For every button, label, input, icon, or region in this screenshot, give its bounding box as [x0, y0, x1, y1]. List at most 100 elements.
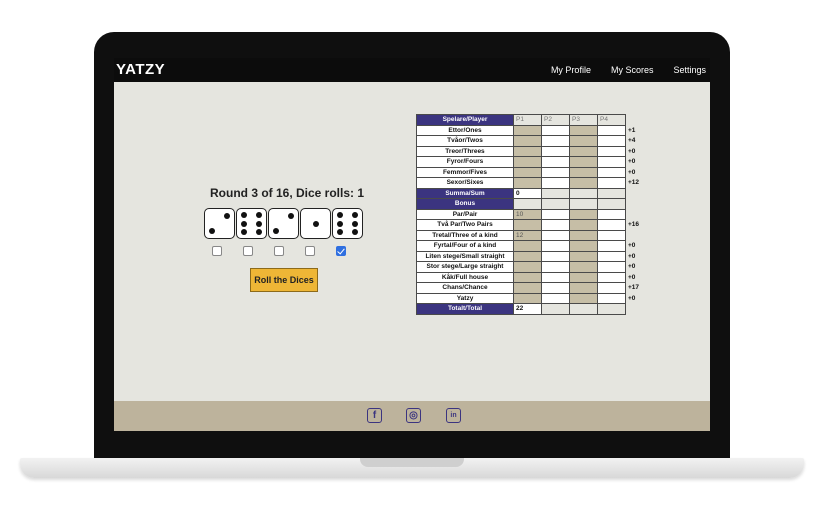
score-cell-p1[interactable]	[513, 240, 542, 252]
linkedin-icon[interactable]: in	[446, 408, 461, 423]
score-cell-p1[interactable]	[513, 124, 542, 136]
die-4[interactable]	[300, 208, 331, 239]
score-cell-p2[interactable]	[541, 145, 570, 157]
score-category-label: Stor stege/Large straight	[416, 261, 514, 273]
score-cell-p3[interactable]	[569, 156, 598, 168]
score-row-lower: Två Par/Two Pairs +16	[416, 219, 646, 231]
score-row-upper: Treor/Threes +0	[416, 145, 646, 157]
score-cell-p1[interactable]	[513, 250, 542, 262]
die-2[interactable]	[236, 208, 267, 239]
score-cell-p3[interactable]	[569, 229, 598, 241]
score-cell-p1[interactable]	[513, 156, 542, 168]
die-5[interactable]	[332, 208, 363, 239]
die-1[interactable]	[204, 208, 235, 239]
score-cell-p1[interactable]	[513, 282, 542, 294]
score-cell-p2[interactable]	[541, 135, 570, 147]
score-cell-p1[interactable]	[513, 145, 542, 157]
score-cell-p3[interactable]	[569, 219, 598, 231]
score-category-label: Par/Pair	[416, 208, 514, 220]
score-cell-p4[interactable]	[597, 124, 626, 136]
score-cell-p4[interactable]	[597, 135, 626, 147]
score-cell-p4[interactable]	[597, 282, 626, 294]
nav-my-profile[interactable]: My Profile	[551, 65, 591, 75]
summary-cell-p3	[569, 198, 598, 210]
score-cell-p1[interactable]	[513, 166, 542, 178]
score-cell-p3[interactable]	[569, 166, 598, 178]
hold-checkbox-2[interactable]	[243, 246, 253, 256]
row-bonus: +4	[628, 137, 636, 145]
score-cell-p3[interactable]	[569, 271, 598, 283]
score-row-lower: Tretal/Three of a kind 12	[416, 229, 646, 241]
score-cell-p4[interactable]	[597, 271, 626, 283]
score-cell-p3[interactable]	[569, 292, 598, 304]
score-category-label: Fyrtal/Four of a kind	[416, 240, 514, 252]
hold-checkbox-5[interactable]	[336, 246, 346, 256]
score-category-label: Treor/Threes	[416, 145, 514, 157]
score-cell-p1[interactable]	[513, 135, 542, 147]
hold-checkbox-1[interactable]	[212, 246, 222, 256]
row-bonus	[626, 115, 646, 126]
scorecard-table: Spelare/Player P1 P2 P3 P4 Ettor/Ones +1 Tvåor/…	[416, 114, 646, 315]
score-cell-p3[interactable]	[569, 145, 598, 157]
nav-my-scores[interactable]: My Scores	[611, 65, 654, 75]
die-pip	[240, 228, 247, 235]
player-column-header: P2	[541, 114, 570, 126]
score-cell-p3[interactable]	[569, 240, 598, 252]
score-cell-p1[interactable]: 12	[513, 229, 542, 241]
score-cell-p2[interactable]	[541, 124, 570, 136]
bonus-row: Bonus	[416, 198, 646, 210]
score-cell-p1[interactable]	[513, 292, 542, 304]
nav-settings[interactable]: Settings	[673, 65, 706, 75]
score-cell-p2[interactable]	[541, 208, 570, 220]
score-cell-p2[interactable]	[541, 250, 570, 262]
score-cell-p1[interactable]	[513, 261, 542, 273]
score-category-label: Två Par/Two Pairs	[416, 219, 514, 231]
score-cell-p2[interactable]	[541, 177, 570, 189]
app-screen: YATZY My Profile My Scores Settings Roun…	[114, 58, 710, 431]
score-cell-p2[interactable]	[541, 240, 570, 252]
hold-checkbox-4[interactable]	[305, 246, 315, 256]
score-cell-p2[interactable]	[541, 156, 570, 168]
score-cell-p2[interactable]	[541, 282, 570, 294]
score-cell-p3[interactable]	[569, 261, 598, 273]
score-cell-p3[interactable]	[569, 208, 598, 220]
score-cell-p4[interactable]	[597, 240, 626, 252]
score-cell-p4[interactable]	[597, 219, 626, 231]
row-bonus: +0	[628, 294, 636, 302]
score-cell-p4[interactable]	[597, 292, 626, 304]
score-cell-p1[interactable]	[513, 271, 542, 283]
score-cell-p3[interactable]	[569, 282, 598, 294]
score-cell-p2[interactable]	[541, 261, 570, 273]
score-cell-p2[interactable]	[541, 219, 570, 231]
score-cell-p2[interactable]	[541, 292, 570, 304]
score-cell-p4[interactable]	[597, 145, 626, 157]
die-pip	[256, 212, 263, 219]
score-cell-p4[interactable]	[597, 208, 626, 220]
score-cell-p4[interactable]	[597, 261, 626, 273]
score-cell-p4[interactable]	[597, 177, 626, 189]
score-cell-p2[interactable]	[541, 229, 570, 241]
score-cell-p4[interactable]	[597, 250, 626, 262]
facebook-icon[interactable]: f	[367, 408, 382, 423]
roll-dice-button[interactable]: Roll the Dices	[250, 268, 318, 292]
score-cell-p2[interactable]	[541, 166, 570, 178]
score-cell-p1[interactable]	[513, 177, 542, 189]
score-cell-p3[interactable]	[569, 124, 598, 136]
score-cell-p1[interactable]	[513, 219, 542, 231]
score-cell-p2[interactable]	[541, 271, 570, 283]
summary-cell-p1: 0	[513, 187, 542, 199]
score-cell-p4[interactable]	[597, 156, 626, 168]
die-pip	[208, 228, 215, 235]
score-cell-p3[interactable]	[569, 135, 598, 147]
die-3[interactable]	[268, 208, 299, 239]
summary-cell-p4	[597, 198, 626, 210]
hold-checkbox-3[interactable]	[274, 246, 284, 256]
score-cell-p3[interactable]	[569, 250, 598, 262]
app-logo[interactable]: YATZY	[116, 61, 165, 78]
score-cell-p4[interactable]	[597, 166, 626, 178]
score-cell-p3[interactable]	[569, 177, 598, 189]
score-cell-p1[interactable]: 10	[513, 208, 542, 220]
score-cell-p4[interactable]	[597, 229, 626, 241]
instagram-icon[interactable]: ◎	[406, 408, 421, 423]
die-pip	[352, 228, 359, 235]
